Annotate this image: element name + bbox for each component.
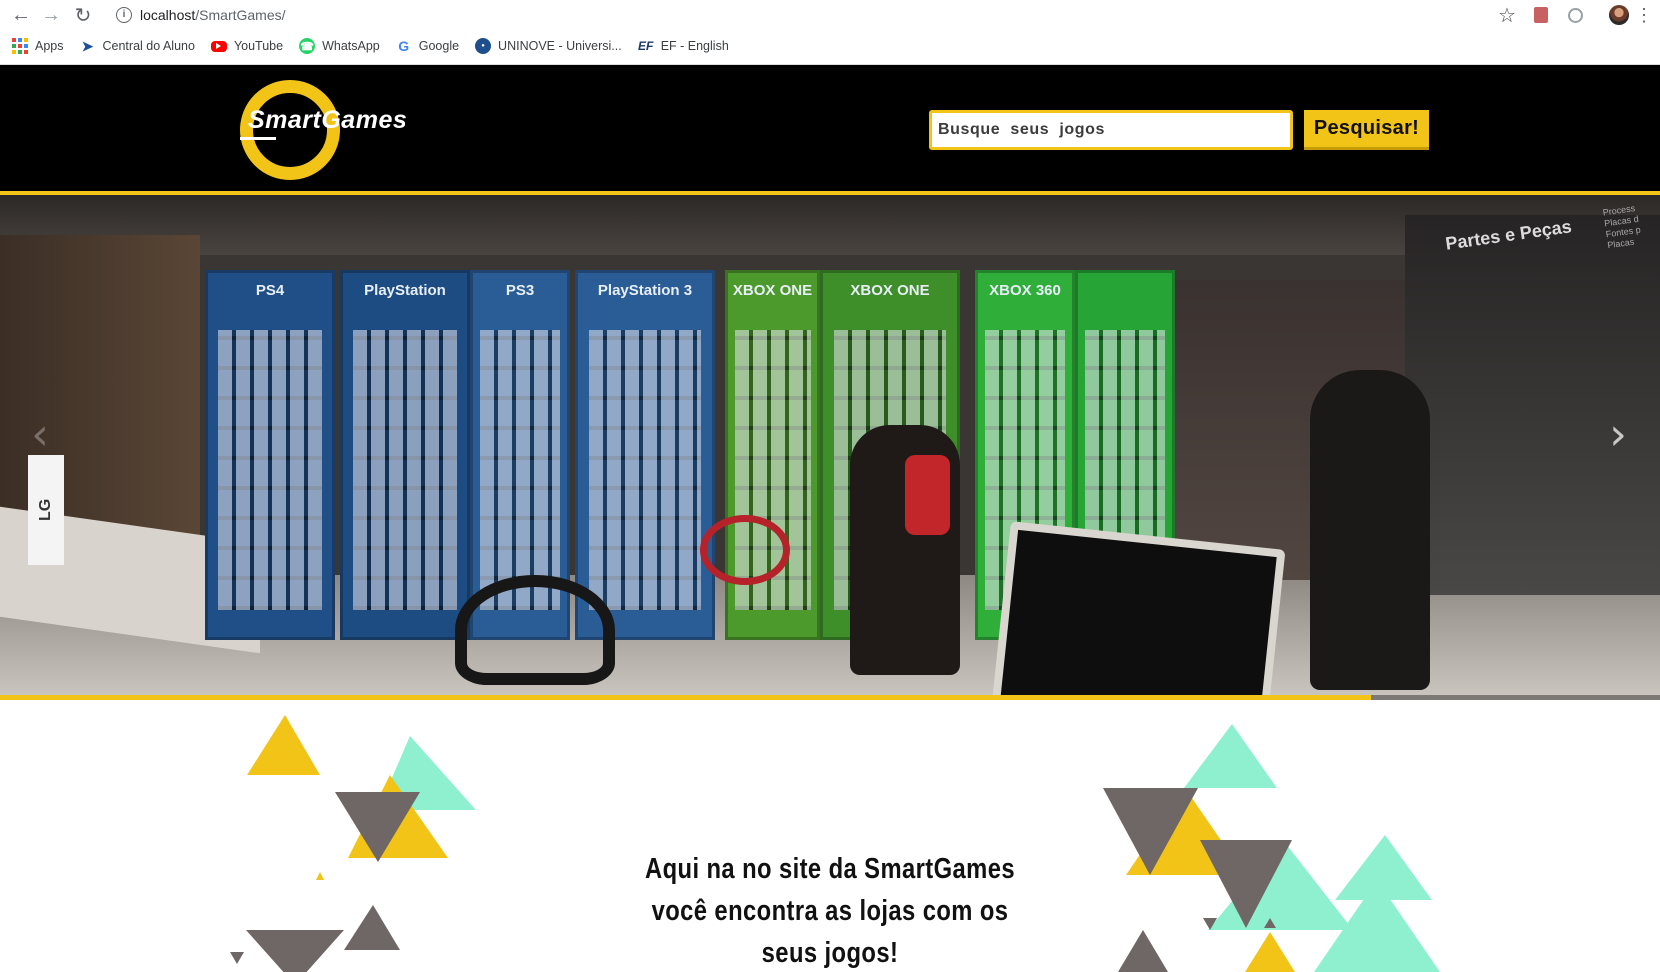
apps-icon <box>12 38 28 54</box>
smartgames-logo[interactable]: SmartGames <box>240 80 440 182</box>
hero-customer <box>850 425 960 675</box>
uninove-icon: ● <box>475 38 492 54</box>
hero-parts-list: Process Placas d Fontes p Placas <box>1602 203 1642 251</box>
bookmark-ef-english[interactable]: EF EF - English <box>638 38 729 54</box>
hero-racing-seat <box>455 575 615 685</box>
bookmark-label: Central do Aluno <box>102 39 195 53</box>
shelf-label: XBOX ONE <box>850 282 930 299</box>
intro-section: Aqui na no site da SmartGames você encon… <box>0 700 1660 972</box>
carousel-next-icon[interactable]: › <box>1598 405 1638 465</box>
site-info-icon[interactable]: i <box>116 7 132 23</box>
hero-clerk <box>1310 370 1430 690</box>
browser-menu-icon[interactable]: ⋮ <box>1632 2 1656 28</box>
browser-toolbar: ← → ↻ i localhost/SmartGames/ ☆ ⋮ <box>0 0 1660 31</box>
google-icon: G <box>398 38 410 54</box>
bookmark-uninove[interactable]: ● UNINOVE - Universi... <box>475 38 622 54</box>
pdf-extension-icon[interactable] <box>1528 2 1554 28</box>
bookmark-apps[interactable]: Apps <box>12 38 64 54</box>
shelf-label: PlayStation <box>364 282 446 299</box>
bookmark-label: UNINOVE - Universi... <box>498 39 622 53</box>
extension-compass-icon[interactable] <box>1562 2 1588 28</box>
site-header: SmartGames Pesquisar! <box>0 65 1660 191</box>
url-path: /SmartGames/ <box>195 7 286 23</box>
shelf-playstation3: PlayStation 3 <box>575 270 715 640</box>
shelf-playstation: PlayStation <box>340 270 470 640</box>
reload-icon[interactable]: ↻ <box>70 2 96 28</box>
ef-icon: EF <box>638 39 654 53</box>
shelf-games <box>589 330 701 610</box>
shelf-ps4: PS4 <box>205 270 335 640</box>
shelf-label: XBOX 360 <box>989 282 1061 299</box>
bookmark-label: WhatsApp <box>322 39 380 53</box>
logo-text: SmartGames <box>248 106 408 134</box>
search-input[interactable] <box>929 110 1293 150</box>
hero-red-backpack <box>905 455 950 535</box>
hero-lg-sign: LG <box>28 455 64 565</box>
bookmark-label: Apps <box>35 39 64 53</box>
shelf-games <box>480 330 560 610</box>
shelf-games <box>218 330 322 610</box>
hero-steering-wheel <box>700 515 790 585</box>
youtube-icon <box>210 40 227 52</box>
back-arrow-icon[interactable]: ← <box>8 2 34 28</box>
bookmarks-bar: Apps ➤ Central do Aluno YouTube ☎ WhatsA… <box>0 34 1660 58</box>
bookmark-whatsapp[interactable]: ☎ WhatsApp <box>299 38 380 54</box>
logo-underline <box>240 137 276 140</box>
bookmark-label: EF - English <box>660 39 729 53</box>
forward-arrow-icon[interactable]: → <box>38 2 64 28</box>
bookmark-central-aluno[interactable]: ➤ Central do Aluno <box>80 38 195 54</box>
bookmark-youtube[interactable]: YouTube <box>210 39 284 53</box>
shelf-games <box>353 330 457 610</box>
shelf-label: PS3 <box>505 282 535 299</box>
intro-headline: Aqui na no site da SmartGames você encon… <box>644 853 1015 969</box>
bookmark-label: Google <box>418 39 460 53</box>
shelf-label: PlayStation 3 <box>597 282 693 299</box>
bookmark-label: YouTube <box>233 39 284 53</box>
profile-avatar[interactable] <box>1606 2 1632 28</box>
hero-monitor <box>990 521 1286 695</box>
whatsapp-icon: ☎ <box>299 38 316 54</box>
carousel-prev-icon[interactable]: ‹ <box>20 405 60 465</box>
hero-carousel: LG PS4 PlayStation PS3 PlayStation 3 XBO… <box>0 195 1660 695</box>
url-host: localhost <box>140 7 196 23</box>
shelf-label: XBOX ONE <box>732 282 813 299</box>
bookmark-star-icon[interactable]: ☆ <box>1494 2 1520 28</box>
decor-triangles-left <box>230 715 476 972</box>
browser-chrome: ← → ↻ i localhost/SmartGames/ ☆ ⋮ Apps ➤… <box>0 0 1660 66</box>
decor-triangles-right <box>1103 724 1440 972</box>
central-aluno-icon: ➤ <box>81 37 94 54</box>
bookmark-google[interactable]: G Google <box>396 38 459 54</box>
address-bar[interactable]: i localhost/SmartGames/ <box>108 3 1508 27</box>
shelf-label: PS4 <box>255 282 285 299</box>
search-button[interactable]: Pesquisar! <box>1304 110 1429 150</box>
